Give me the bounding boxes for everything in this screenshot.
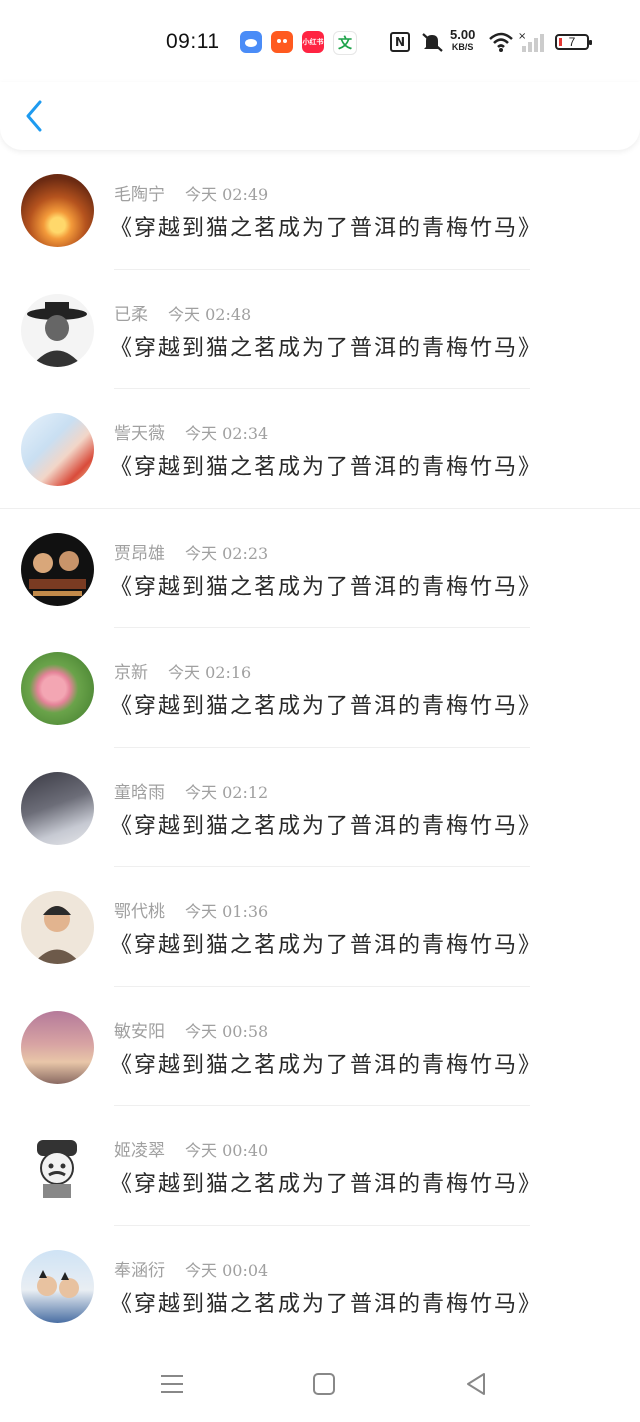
triangle-back-icon: [467, 1373, 485, 1395]
system-nav-bar: [0, 1352, 640, 1422]
cloud-app-icon: [240, 31, 262, 53]
nfc-icon: N: [390, 32, 410, 52]
sender-name: 已柔: [114, 304, 148, 325]
message-meta: 童晗雨 今天 02:12: [114, 778, 268, 803]
svg-text:×: ×: [518, 31, 526, 42]
message-meta: 訾天薇 今天 02:34: [114, 419, 268, 444]
message-date: 今天 02:16: [168, 663, 252, 682]
avatar[interactable]: [21, 652, 94, 725]
message-text: 《穿越到猫之茗成为了普洱的青梅竹马》: [110, 1052, 543, 1078]
list-item[interactable]: 贾昂雄 今天 02:23 《穿越到猫之茗成为了普洱的青梅竹马》: [0, 509, 640, 628]
back-button[interactable]: [18, 96, 52, 136]
wifi-icon: [489, 32, 513, 52]
list-item[interactable]: 童晗雨 今天 02:12 《穿越到猫之茗成为了普洱的青梅竹马》: [0, 748, 640, 867]
message-text: 《穿越到猫之茗成为了普洱的青梅竹马》: [110, 1291, 543, 1317]
message-date: 今天 02:49: [185, 185, 269, 204]
message-date: 今天 00:58: [185, 1021, 269, 1041]
list-item[interactable]: 奉涵衍 今天 00:04 《穿越到猫之茗成为了普洱的青梅竹马》: [0, 1226, 640, 1346]
sender-name: 奉涵衍: [114, 1260, 165, 1281]
message-date: 今天 02:12: [185, 782, 269, 802]
avatar[interactable]: [21, 174, 94, 247]
message-meta: 奉涵衍 今天 00:04: [114, 1256, 268, 1281]
list-item[interactable]: 京新 今天 02:16 《穿越到猫之茗成为了普洱的青梅竹马》: [0, 628, 640, 748]
mute-bell-icon: [422, 33, 443, 52]
battery-percent: 7: [568, 35, 576, 49]
list-item[interactable]: 姬凌翠 今天 00:40 《穿越到猫之茗成为了普洱的青梅竹马》: [0, 1106, 640, 1226]
message-text: 《穿越到猫之茗成为了普洱的青梅竹马》: [110, 813, 543, 839]
status-time: 09:11: [166, 30, 220, 53]
home-button[interactable]: [310, 1370, 338, 1398]
message-text: 《穿越到猫之茗成为了普洱的青梅竹马》: [110, 933, 543, 958]
top-app-bar: [0, 82, 640, 150]
message-date: 今天 00:40: [185, 1141, 269, 1160]
battery-indicator: 7: [555, 34, 592, 50]
avatar[interactable]: [21, 891, 94, 964]
chevron-left-icon: [26, 100, 42, 132]
message-meta: 贾昂雄 今天 02:23: [114, 539, 268, 564]
message-date: 今天 02:34: [185, 424, 269, 443]
net-speed-unit: KB/S: [451, 42, 474, 52]
back-nav-button[interactable]: [462, 1370, 490, 1398]
list-item[interactable]: 敏安阳 今天 00:58 《穿越到猫之茗成为了普洱的青梅竹马》: [0, 987, 640, 1106]
sender-name: 鄂代桃: [114, 902, 165, 922]
avatar[interactable]: [21, 293, 94, 367]
signal-icon: ×: [518, 31, 544, 52]
message-date: 今天 02:23: [185, 543, 269, 563]
message-text: 《穿越到猫之茗成为了普洱的青梅竹马》: [110, 694, 543, 719]
home-square-icon: [313, 1373, 335, 1395]
taobao-app-icon: [271, 31, 293, 53]
list-item[interactable]: 毛陶宁 今天 02:49 《穿越到猫之茗成为了普洱的青梅竹马》: [0, 150, 640, 270]
avatar[interactable]: [21, 532, 94, 606]
net-speed: 5.00 KB/S: [450, 27, 476, 53]
message-date: 今天 01:36: [185, 902, 269, 921]
xiaohongshu-app-icon: 小红书: [302, 31, 324, 53]
message-meta: 毛陶宁 今天 02:49: [114, 180, 268, 205]
sender-name: 贾昂雄: [114, 543, 165, 564]
sender-name: 毛陶宁: [114, 185, 165, 205]
sender-name: 京新: [114, 663, 148, 683]
message-meta: 姬凌翠 今天 00:40: [114, 1136, 268, 1161]
status-bar: 09:11 小红书 文 N 5.00 KB/S × 7: [0, 0, 640, 82]
sender-name: 訾天薇: [114, 424, 165, 444]
message-meta: 已柔 今天 02:48: [114, 300, 251, 325]
message-list: 毛陶宁 今天 02:49 《穿越到猫之茗成为了普洱的青梅竹马》 已柔 今天 02:4…: [0, 150, 640, 1345]
message-text: 《穿越到猫之茗成为了普洱的青梅竹马》: [110, 455, 543, 480]
list-item[interactable]: 已柔 今天 02:48 《穿越到猫之茗成为了普洱的青梅竹马》: [0, 270, 640, 389]
list-item[interactable]: 鄂代桃 今天 01:36 《穿越到猫之茗成为了普洱的青梅竹马》: [0, 867, 640, 987]
message-meta: 京新 今天 02:16: [114, 658, 251, 683]
avatar[interactable]: [21, 1010, 94, 1084]
message-date: 今天 02:48: [168, 304, 252, 324]
menu-button[interactable]: [158, 1370, 186, 1398]
message-text: 《穿越到猫之茗成为了普洱的青梅竹马》: [110, 574, 543, 600]
sender-name: 姬凌翠: [114, 1141, 165, 1161]
menu-icon: [161, 1375, 183, 1393]
net-speed-value: 5.00: [450, 27, 476, 42]
message-text: 《穿越到猫之茗成为了普洱的青梅竹马》: [110, 335, 543, 361]
avatar[interactable]: [21, 771, 94, 845]
avatar[interactable]: [21, 1130, 94, 1203]
message-date: 今天 00:04: [185, 1260, 269, 1280]
message-text: 《穿越到猫之茗成为了普洱的青梅竹马》: [110, 216, 543, 241]
message-meta: 鄂代桃 今天 01:36: [114, 897, 268, 922]
battery-level-bar: [559, 38, 562, 46]
avatar[interactable]: [21, 413, 94, 486]
wen-app-icon: 文: [333, 31, 357, 55]
sender-name: 童晗雨: [114, 782, 165, 803]
message-text: 《穿越到猫之茗成为了普洱的青梅竹马》: [110, 1172, 543, 1197]
avatar[interactable]: [21, 1249, 94, 1323]
message-meta: 敏安阳 今天 00:58: [114, 1017, 268, 1042]
sender-name: 敏安阳: [114, 1021, 165, 1042]
list-item[interactable]: 訾天薇 今天 02:34 《穿越到猫之茗成为了普洱的青梅竹马》: [0, 389, 640, 509]
